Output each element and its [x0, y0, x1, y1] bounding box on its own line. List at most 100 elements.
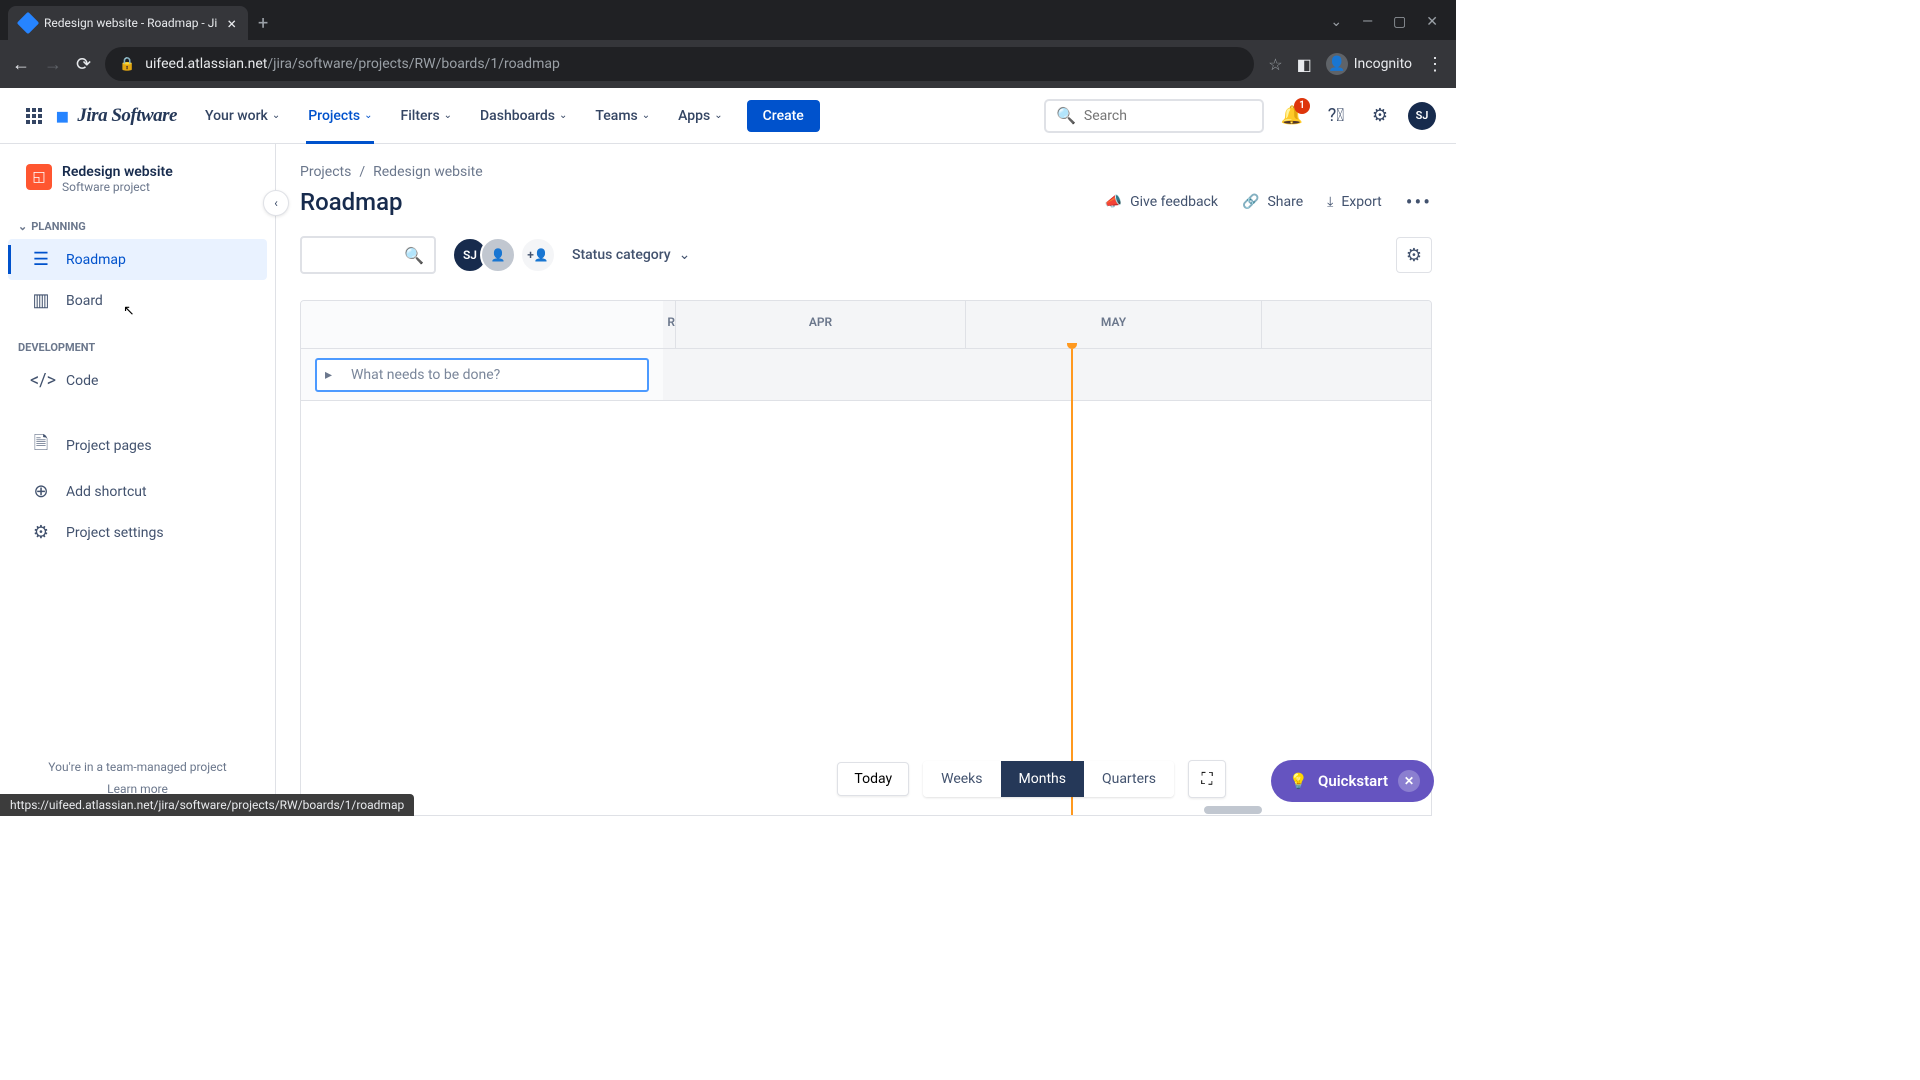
sidebar-item-pages[interactable]: 🗎 Project pages [8, 421, 267, 471]
create-epic-input[interactable] [315, 358, 649, 392]
nav-your-work[interactable]: Your work⌄ [195, 88, 290, 144]
settings-button[interactable]: ⚙ [1364, 100, 1396, 132]
quickstart-close-icon[interactable]: ✕ [1398, 770, 1420, 792]
nav-projects[interactable]: Projects⌄ [298, 88, 382, 144]
month-next [1261, 301, 1431, 348]
sidebar: ‹ ◱ Redesign website Software project ⌄P… [0, 144, 276, 816]
browser-menu-icon[interactable]: ⋮ [1426, 54, 1444, 75]
window-close-icon[interactable]: ✕ [1426, 14, 1438, 30]
bookmark-icon[interactable]: ☆ [1268, 55, 1282, 74]
sliders-icon: ⚙ [1406, 245, 1422, 266]
fullscreen-button[interactable]: ⛶ [1188, 760, 1226, 798]
notifications-button[interactable]: 🔔 1 [1276, 100, 1308, 132]
board-icon: ▥ [30, 290, 52, 311]
breadcrumb-project-name[interactable]: Redesign website [373, 164, 483, 180]
sidebar-item-settings[interactable]: ⚙ Project settings [8, 512, 267, 553]
chevron-down-icon: ⌄ [714, 110, 722, 121]
tab-close-icon[interactable]: × [227, 14, 236, 33]
browser-tab-strip: Redesign website - Roadmap - Ji × + ⌄ — … [0, 0, 1456, 40]
help-icon: ?⃝ [1328, 105, 1345, 126]
nav-filters[interactable]: Filters⌄ [390, 88, 462, 144]
search-input[interactable] [1084, 108, 1262, 124]
more-actions-button[interactable]: ••• [1406, 190, 1432, 214]
help-button[interactable]: ?⃝ [1320, 100, 1352, 132]
sidebar-item-label: Roadmap [66, 252, 126, 268]
main-content: Projects / Redesign website Roadmap 📣Giv… [276, 144, 1456, 816]
window-maximize-icon[interactable]: ▢ [1393, 14, 1406, 30]
project-type: Software project [62, 180, 173, 194]
browser-status-bar: https://uifeed.atlassian.net/jira/softwa… [0, 794, 414, 816]
extensions-icon[interactable]: ◧ [1297, 55, 1312, 74]
chevron-down-icon: ⌄ [559, 110, 567, 121]
zoom-quarters[interactable]: Quarters [1084, 761, 1174, 797]
page-title: Roadmap [300, 188, 403, 216]
new-tab-button[interactable]: + [258, 13, 268, 40]
forward-button[interactable]: → [44, 54, 62, 75]
jira-logo-text: Jira Software [77, 105, 177, 127]
code-icon: </> [30, 370, 52, 391]
today-button[interactable]: Today [837, 762, 909, 796]
zoom-months[interactable]: Months [1001, 761, 1084, 797]
status-category-filter[interactable]: Status category ⌄ [572, 247, 690, 263]
roadmap-icon: ☰ [30, 249, 52, 270]
sidebar-item-code[interactable]: </> Code [8, 360, 267, 401]
nav-teams[interactable]: Teams⌄ [585, 88, 660, 144]
sidebar-item-shortcut[interactable]: ⊕ Add shortcut [8, 471, 267, 512]
address-bar[interactable]: 🔒 uifeed.atlassian.net/jira/software/pro… [105, 47, 1254, 81]
month-apr: APR [675, 301, 965, 348]
give-feedback-button[interactable]: 📣Give feedback [1105, 194, 1218, 210]
export-button[interactable]: ⤓Export [1327, 194, 1382, 210]
sidebar-item-label: Board [66, 293, 103, 309]
page-icon: 🗎 [30, 431, 52, 461]
epic-list-header [301, 301, 663, 348]
add-icon: ⊕ [30, 481, 52, 502]
back-button[interactable]: ← [12, 54, 30, 75]
nav-apps[interactable]: Apps⌄ [668, 88, 733, 144]
quickstart-button[interactable]: 💡 Quickstart ✕ [1271, 760, 1434, 802]
sidebar-item-board[interactable]: ▥ Board [8, 280, 267, 321]
section-planning[interactable]: ⌄PLANNING [8, 214, 267, 239]
jira-mark-icon: ◆ [50, 102, 78, 130]
incognito-icon: 👤 [1326, 53, 1348, 75]
lightbulb-icon: 💡 [1289, 772, 1308, 790]
tab-search-icon[interactable]: ⌄ [1330, 14, 1342, 30]
gear-icon: ⚙ [30, 522, 52, 543]
app-switcher-icon[interactable] [20, 102, 48, 130]
breadcrumb-projects[interactable]: Projects [300, 164, 351, 180]
url-text: uifeed.atlassian.net/jira/software/proje… [145, 56, 560, 72]
tab-title: Redesign website - Roadmap - Ji [44, 16, 217, 30]
share-button[interactable]: 🔗Share [1242, 194, 1303, 210]
sidebar-item-label: Code [66, 373, 98, 389]
project-name: Redesign website [62, 164, 173, 180]
lock-icon: 🔒 [119, 57, 135, 72]
sidebar-item-label: Add shortcut [66, 484, 147, 500]
chevron-down-icon: ⌄ [679, 247, 691, 263]
nav-dashboards[interactable]: Dashboards⌄ [470, 88, 577, 144]
jira-logo[interactable]: ◆ Jira Software [56, 104, 177, 128]
browser-toolbar: ← → ⟳ 🔒 uifeed.atlassian.net/jira/softwa… [0, 40, 1456, 88]
view-settings-button[interactable]: ⚙ [1396, 237, 1432, 273]
avatar-unassigned[interactable]: 👤 [480, 237, 516, 273]
chevron-down-icon: ⌄ [364, 110, 372, 121]
horizontal-scrollbar[interactable] [1204, 806, 1262, 814]
section-development: DEVELOPMENT [8, 335, 267, 360]
incognito-indicator[interactable]: 👤 Incognito [1326, 53, 1412, 75]
chevron-down-icon: ⌄ [642, 110, 650, 121]
zoom-weeks[interactable]: Weeks [923, 761, 1000, 797]
window-minimize-icon[interactable]: — [1362, 14, 1373, 30]
create-button[interactable]: Create [747, 100, 820, 132]
tab-favicon [17, 12, 40, 35]
sidebar-collapse-button[interactable]: ‹ [263, 190, 289, 216]
project-icon: ◱ [26, 164, 52, 190]
add-people-button[interactable]: +👤 [520, 237, 556, 273]
profile-avatar[interactable]: SJ [1408, 102, 1436, 130]
app-header: ◆ Jira Software Your work⌄ Projects⌄ Fil… [0, 88, 1456, 144]
global-search[interactable]: 🔍 [1044, 99, 1264, 133]
timeline-header: R APR MAY [301, 301, 1431, 349]
roadmap-search[interactable]: 🔍 [300, 236, 436, 274]
sidebar-item-roadmap[interactable]: ☰ Roadmap [8, 239, 267, 280]
search-icon: 🔍 [404, 246, 424, 265]
project-header[interactable]: ◱ Redesign website Software project [8, 164, 267, 214]
reload-button[interactable]: ⟳ [76, 54, 91, 75]
browser-tab[interactable]: Redesign website - Roadmap - Ji × [8, 6, 248, 40]
